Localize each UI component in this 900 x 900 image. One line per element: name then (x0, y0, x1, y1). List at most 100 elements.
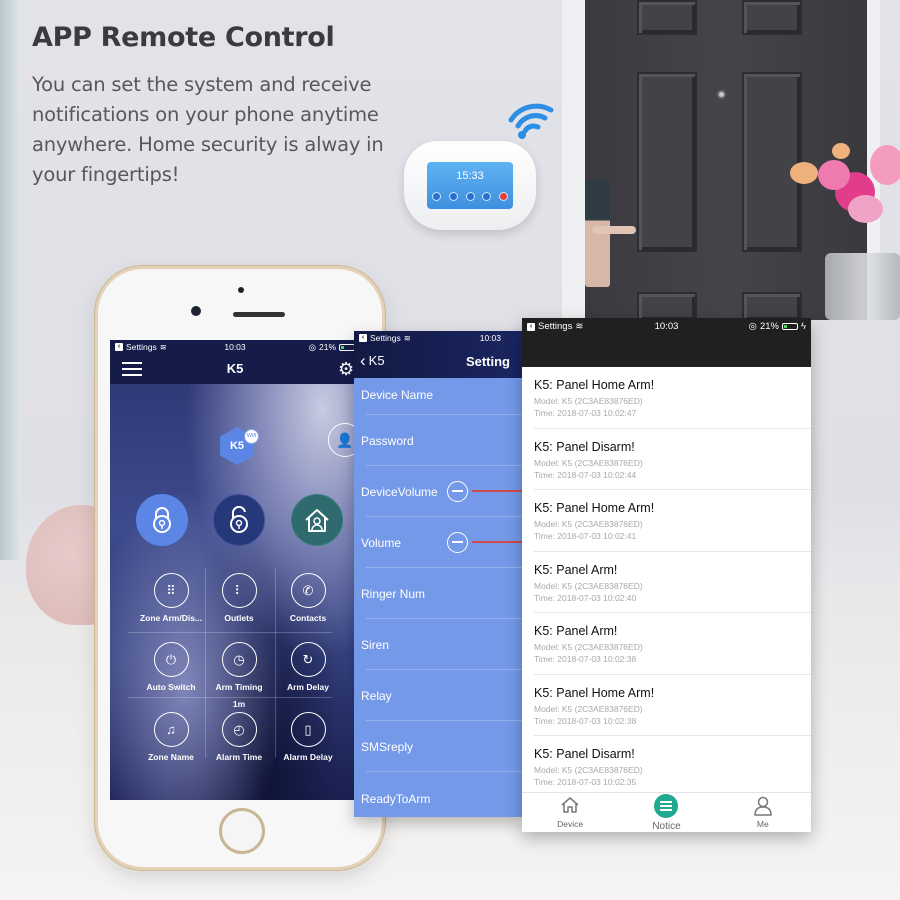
flower (848, 195, 883, 223)
setting-label: SMSreply (361, 740, 414, 754)
back-label: K5 (368, 353, 385, 368)
tile-arm-timing[interactable]: ◷ Arm Timing (200, 642, 278, 692)
home-arm-button[interactable] (291, 494, 343, 546)
setting-ready-to-arm[interactable]: ReadyToArm (361, 772, 522, 817)
tile-auto-switch[interactable]: ⏻ Auto Switch (132, 642, 210, 692)
notice-item[interactable]: K5: Panel Arm! Model: K5 (2C3AE83876ED) Ti… (534, 552, 811, 613)
notice-title: K5: Panel Disarm! (534, 439, 635, 454)
setting-password[interactable]: Password (361, 415, 522, 466)
tile-alarm-time[interactable]: 1m ◴ Alarm Time (200, 699, 278, 762)
tab-device[interactable]: Device (522, 793, 618, 832)
notice-title: K5: Panel Home Arm! (534, 378, 655, 392)
tile-arm-delay[interactable]: ↻ Arm Delay (269, 642, 347, 692)
rotation-lock-icon: ◎ (748, 321, 757, 332)
back-app-label[interactable]: Settings (538, 321, 572, 332)
chevron-left-icon: ‹ (360, 350, 366, 370)
volume-slider[interactable] (472, 490, 522, 492)
notice-model: Model: K5 (2C3AE83876ED) (534, 580, 643, 591)
phone-icon: ✆ (290, 573, 326, 608)
setting-label: Password (361, 434, 414, 448)
tile-outlets[interactable]: ⠇ Outlets (200, 573, 278, 623)
tab-notice[interactable]: Notice (618, 793, 714, 832)
tile-label: Zone Arm/Dis... (139, 613, 203, 623)
tab-me[interactable]: Me (715, 793, 811, 832)
setting-sms-reply[interactable]: SMSreply (361, 721, 522, 772)
settings-list: Device Name Password DeviceVolume Volume… (354, 378, 522, 817)
back-app-icon[interactable]: ‹ (527, 322, 535, 331)
volume-slider[interactable] (472, 541, 522, 543)
house-icon (561, 797, 579, 813)
notice-title: K5: Panel Home Arm! (534, 685, 655, 700)
setting-relay[interactable]: Relay (361, 670, 522, 721)
arm-button[interactable] (136, 494, 188, 546)
disarm-button[interactable] (213, 494, 265, 546)
device-badge-label: K5 (229, 440, 245, 452)
rotation-lock-icon: ◎ (308, 341, 316, 352)
setting-ringer-num[interactable]: Ringer Num (361, 568, 522, 619)
status-bar: ‹ Settings ≋ 10:03 ◎ 21% ϟ (522, 318, 811, 335)
notice-title: K5: Panel Disarm! (534, 747, 635, 761)
minus-icon[interactable] (447, 481, 468, 502)
home-user-icon (305, 509, 329, 532)
notice-title: K5: Panel Arm! (534, 624, 618, 638)
battery-icon (339, 343, 355, 351)
notice-item[interactable]: K5: Panel Arm! Model: K5 (2C3AE83876ED) Ti… (534, 613, 811, 675)
notice-title: K5: Panel Home Arm! (534, 501, 655, 515)
setting-label: Ringer Num (361, 587, 426, 601)
setting-device-name[interactable]: Device Name (361, 378, 522, 415)
tile-contacts[interactable]: ✆ Contacts (269, 573, 347, 623)
notice-header: ‹ Settings ≋ 10:03 ◎ 21% ϟ (522, 318, 811, 367)
flower (818, 160, 850, 190)
back-app-icon[interactable]: ‹ (115, 343, 123, 351)
gear-icon[interactable]: ⚙ (338, 359, 354, 380)
notice-item[interactable]: K5: Panel Disarm! Model: K5 (2C3AE83876ED… (534, 429, 811, 490)
back-app-label[interactable]: Settings (126, 342, 157, 352)
power-icon: ⏻ (153, 642, 189, 677)
flower (870, 145, 900, 185)
notice-screen: ‹ Settings ≋ 10:03 ◎ 21% ϟ K5: Panel Home Ar… (522, 318, 811, 832)
grid-divider (128, 697, 332, 698)
setting-label: Relay (361, 689, 392, 703)
home-button[interactable] (219, 808, 265, 854)
notice-item[interactable]: K5: Panel Home Arm! Model: K5 (2C3AE83876… (534, 490, 811, 552)
door-sensor-icon: ▯ (290, 712, 326, 747)
back-app-label[interactable]: Settings (370, 333, 401, 343)
panel-icon (432, 192, 441, 201)
notice-item[interactable]: K5: Panel Home Arm! Model: K5 (2C3AE83876… (534, 367, 811, 429)
settings-header: ‹ Settings ≋ 10:03 ‹ K5 Setting (354, 331, 522, 378)
tile-zone-name[interactable]: ♫ Zone Name (132, 712, 210, 762)
tab-label: Device (557, 819, 584, 829)
settings-title: Setting (465, 354, 510, 369)
page-title: APP Remote Control (32, 22, 335, 53)
setting-device-volume: DeviceVolume (361, 466, 522, 517)
notice-item[interactable]: K5: Panel Home Arm! Model: K5 (2C3AE83876… (534, 675, 811, 736)
minus-icon[interactable] (447, 532, 468, 553)
tile-zone-arm[interactable]: ⠿ Zone Arm/Dis... (132, 573, 210, 623)
flower (832, 143, 850, 159)
notice-time: Time: 2018-07-03 10:02:41 (534, 531, 637, 541)
sos-icon (499, 192, 508, 201)
status-bar: ‹ Settings ≋ 10:03 ◎ 21% (110, 340, 360, 354)
clock-icon: ◷ (221, 642, 257, 677)
panel-icon (482, 192, 492, 201)
door-handle (592, 226, 636, 234)
back-app-icon[interactable]: ‹ (359, 334, 367, 342)
alarm-time-value: 1m (232, 699, 246, 709)
notice-item[interactable]: K5: Panel Disarm! Model: K5 (2C3AE83876ED… (534, 736, 811, 798)
control-panel-screen: 15:33 (427, 162, 513, 209)
notice-time: Time: 2018-07-03 10:02:44 (534, 469, 637, 480)
home-screen: ‹ Settings ≋ 10:03 ◎ 21% K5 ⚙ K5 Wifi 👤 ⠿ Zo… (110, 340, 360, 800)
delay-icon: ↻ (290, 642, 326, 677)
back-button[interactable]: ‹ K5 (360, 350, 385, 370)
setting-label: Volume (361, 536, 402, 550)
notice-model: Model: K5 (2C3AE83876ED) (534, 396, 643, 406)
status-time: 10:03 (224, 342, 246, 352)
tab-label: Notice (652, 821, 681, 832)
tile-label: Zone Name (148, 752, 194, 762)
flower (790, 162, 818, 184)
setting-siren[interactable]: Siren (361, 619, 522, 670)
control-panel-icons (432, 192, 508, 201)
notice-time: Time: 2018-07-03 10:02:40 (534, 592, 637, 603)
earpiece (233, 312, 285, 317)
tile-alarm-delay[interactable]: ▯ Alarm Delay (269, 712, 347, 762)
